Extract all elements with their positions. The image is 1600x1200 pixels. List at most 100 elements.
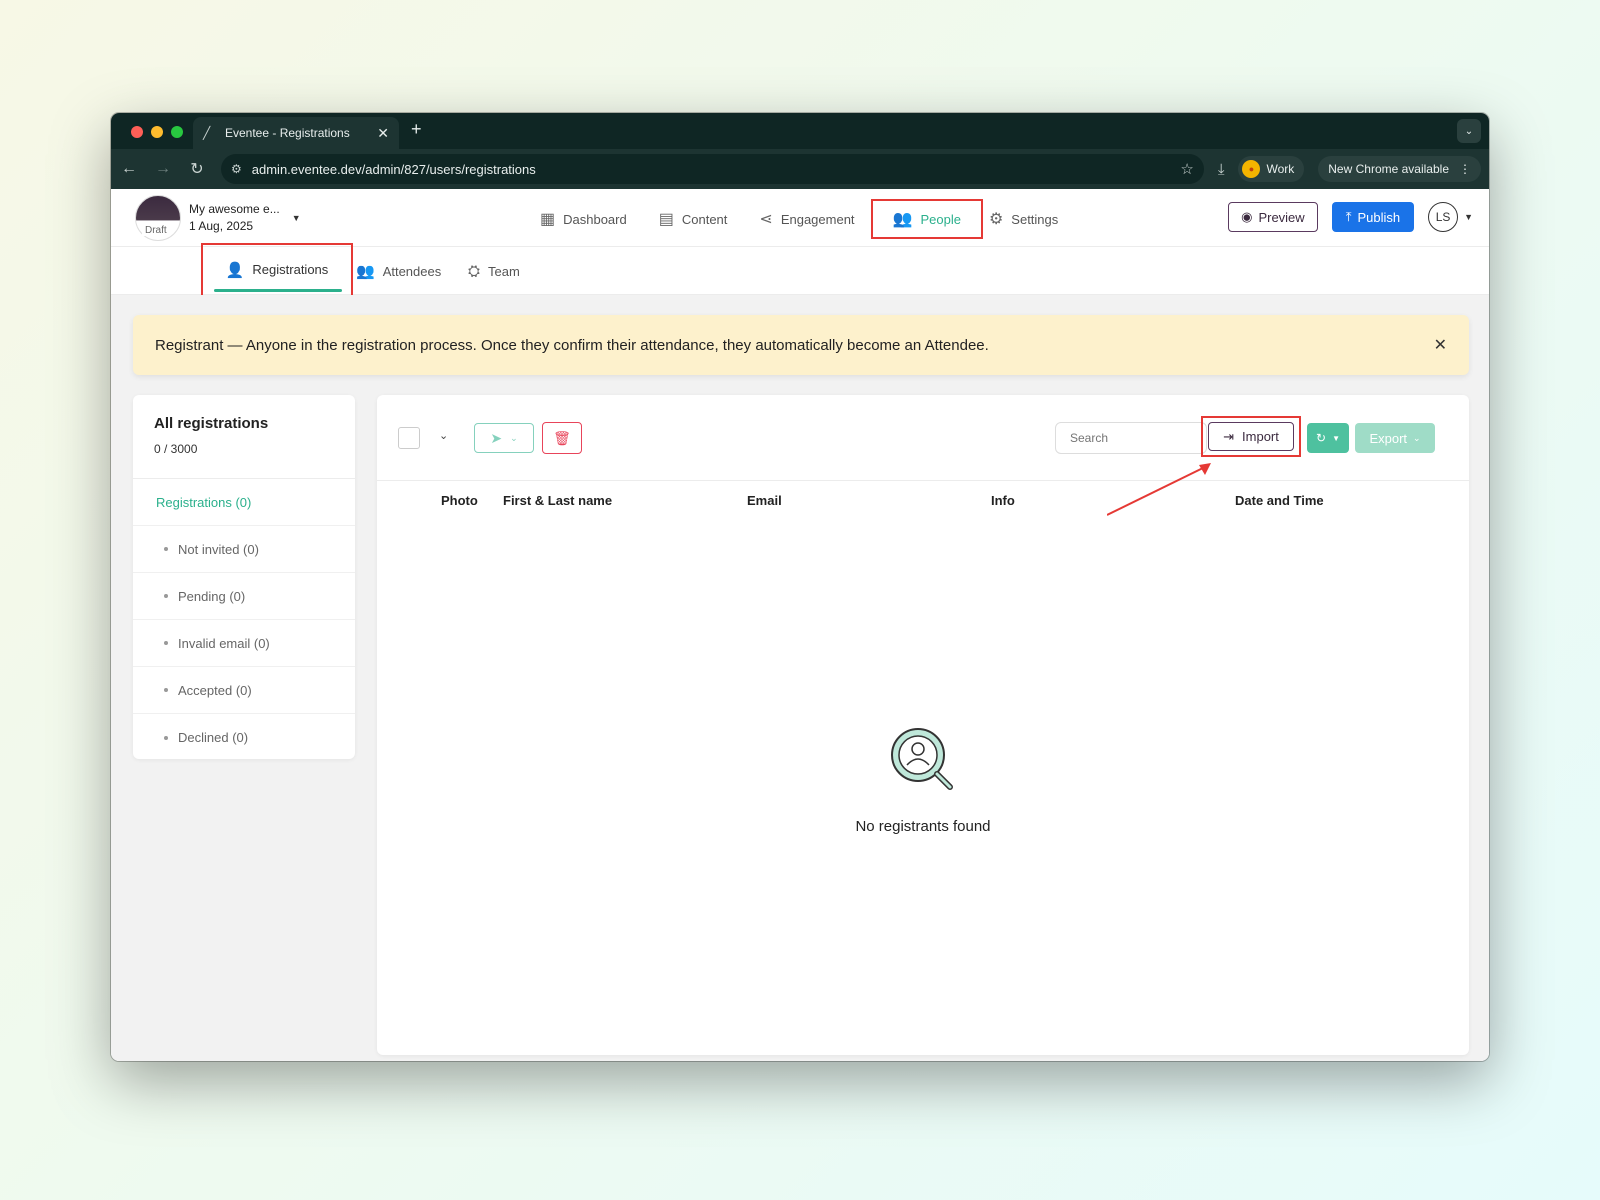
address-bar[interactable]: ⚙ admin.eventee.dev/admin/827/users/regi… (221, 154, 1204, 184)
tab-title: Eventee - Registrations (225, 126, 350, 140)
sidebar-item-accepted[interactable]: Accepted (0) (133, 667, 355, 714)
sidebar-item-label: Declined (0) (178, 730, 249, 745)
column-header[interactable]: Photo (441, 493, 478, 508)
trash-icon: 🗑 (553, 429, 571, 446)
eye-icon: ◉ (1241, 209, 1253, 224)
browser-tab[interactable]: ╱ Eventee - Registrations ✕ (193, 117, 399, 149)
publish-button[interactable]: ⤒ Publish (1331, 202, 1415, 232)
nav-label: Content (681, 211, 728, 227)
tab-strip: ╱ Eventee - Registrations ✕ + ⌄ (111, 113, 1489, 149)
nav-settings[interactable]: ⚙ Settings (983, 199, 1074, 239)
registrations-panel: ⌄ ➤ ⌄ 🗑 ⇥ Import ↻ ▼ (377, 395, 1469, 1055)
close-window-button[interactable] (131, 126, 143, 138)
upload-icon: ⤒ (1345, 209, 1352, 224)
header-actions: ◉ Preview ⤒ Publish LS ▼ (1228, 202, 1473, 232)
gear-icon: ⚙ (988, 211, 1004, 228)
preview-button[interactable]: ◉ Preview (1228, 202, 1318, 232)
chevron-down-icon: ⌄ (1413, 432, 1421, 443)
sidebar-header: All registrations 0 / 3000 (133, 395, 355, 479)
sidebar-item-pending[interactable]: Pending (0) (133, 573, 355, 620)
column-header[interactable]: Info (991, 493, 1015, 508)
sidebar-item-registrations[interactable]: Registrations (0) (133, 479, 355, 526)
search-user-icon (891, 728, 953, 790)
info-banner: Registrant — Anyone in the registration … (133, 315, 1469, 375)
chevron-down-icon[interactable]: ⌄ (439, 429, 448, 442)
browser-toolbar: ← → ↻ ⚙ admin.eventee.dev/admin/827/user… (111, 149, 1489, 189)
import-button[interactable]: ⇥ Import (1208, 422, 1294, 451)
publish-label: Publish (1357, 209, 1401, 225)
delete-button[interactable]: 🗑 (542, 422, 582, 454)
download-icon[interactable]: ⤓ (1218, 161, 1225, 178)
back-icon[interactable]: ← (119, 160, 139, 178)
sync-button[interactable]: ↻ ▼ (1307, 423, 1349, 453)
tab-team[interactable]: ⛭ Team (468, 251, 520, 291)
sidebar-item-not-invited[interactable]: Not invited (0) (133, 526, 355, 573)
update-label: New Chrome available (1328, 162, 1449, 176)
window-controls (131, 126, 183, 138)
column-header[interactable]: Email (747, 493, 782, 508)
preview-label: Preview (1258, 209, 1305, 225)
profile-label: Work (1266, 162, 1295, 176)
dashboard-icon: ▦ (540, 211, 556, 228)
tab-search-icon[interactable]: ⌄ (1457, 119, 1481, 143)
tab-attendees[interactable]: 👥 Attendees (356, 251, 441, 291)
bullet-icon (164, 688, 168, 692)
main-nav: ▦ Dashboard ▤ Content ⋖ Engagement 👥 Peo… (524, 199, 1074, 239)
import-icon: ⇥ (1223, 428, 1235, 444)
chrome-update-button[interactable]: New Chrome available ⋮ (1318, 156, 1481, 182)
caret-down-icon: ▼ (1332, 433, 1340, 443)
close-tab-icon[interactable]: ✕ (377, 125, 389, 142)
new-tab-icon[interactable]: + (411, 119, 422, 140)
favicon-icon: ╱ (203, 126, 211, 140)
event-selector[interactable]: Draft My awesome e... 1 Aug, 2025 ▼ (135, 195, 301, 241)
sidebar-item-declined[interactable]: Declined (0) (133, 714, 355, 761)
column-header[interactable]: Date and Time (1235, 493, 1324, 508)
search-input[interactable] (1055, 422, 1207, 454)
share-icon: ⋖ (759, 211, 773, 228)
content-area: Registrant — Anyone in the registration … (111, 295, 1489, 1061)
caret-down-icon[interactable]: ▼ (1464, 212, 1473, 222)
bullet-icon (164, 641, 168, 645)
sidebar-item-invalid-email[interactable]: Invalid email (0) (133, 620, 355, 667)
more-menu-icon: ⋮ (1459, 162, 1471, 176)
send-invitation-button[interactable]: ➤ ⌄ (474, 423, 534, 453)
user-avatar[interactable]: LS (1428, 202, 1459, 232)
sidebar-item-label: Registrations (0) (156, 494, 252, 510)
import-label: Import (1242, 429, 1279, 444)
browser-window: ╱ Eventee - Registrations ✕ + ⌄ ← → ↻ ⚙ … (111, 113, 1489, 1061)
nav-people[interactable]: 👥 People (870, 199, 983, 239)
bookmark-star-icon[interactable]: ☆ (1180, 160, 1193, 178)
banner-text: Registrant — Anyone in the registration … (155, 336, 989, 354)
export-button[interactable]: Export ⌄ (1355, 423, 1435, 453)
reload-icon[interactable]: ↻ (187, 159, 207, 179)
column-header[interactable]: First & Last name (503, 493, 612, 508)
registrations-count: 0 / 3000 (154, 442, 198, 456)
import-highlight: ⇥ Import (1201, 416, 1301, 457)
calendar-icon: ▤ (658, 211, 674, 228)
nav-content[interactable]: ▤ Content (643, 199, 744, 239)
people-icon: 👥 (892, 211, 913, 228)
sidebar-item-label: Invalid email (0) (178, 635, 270, 651)
refresh-icon: ↻ (1316, 431, 1327, 445)
profile-chip[interactable]: ● Work (1238, 156, 1305, 182)
close-icon[interactable]: ✕ (1434, 335, 1447, 355)
profile-avatar-icon: ● (1242, 160, 1261, 178)
minimize-window-button[interactable] (151, 126, 163, 138)
sub-tabs: 👤 Registrations 👥 Attendees ⛭ Team (111, 243, 1489, 304)
chevron-down-icon: ⌄ (510, 432, 518, 443)
forward-icon[interactable]: → (153, 160, 173, 178)
nav-engagement[interactable]: ⋖ Engagement (743, 199, 870, 239)
maximize-window-button[interactable] (171, 126, 183, 138)
user-check-icon: 👤 (225, 261, 245, 279)
nav-label: People (920, 211, 961, 227)
select-all-checkbox[interactable] (398, 427, 420, 449)
nav-dashboard[interactable]: ▦ Dashboard (524, 199, 643, 239)
site-info-icon[interactable]: ⚙ (231, 162, 242, 176)
tab-label: Registrations (252, 262, 329, 277)
event-status-badge: Draft (142, 225, 170, 236)
bullet-icon (164, 735, 168, 740)
nav-label: Dashboard (563, 211, 627, 227)
tab-label: Team (488, 263, 520, 279)
export-label: Export (1369, 430, 1408, 446)
send-icon: ➤ (490, 429, 503, 446)
